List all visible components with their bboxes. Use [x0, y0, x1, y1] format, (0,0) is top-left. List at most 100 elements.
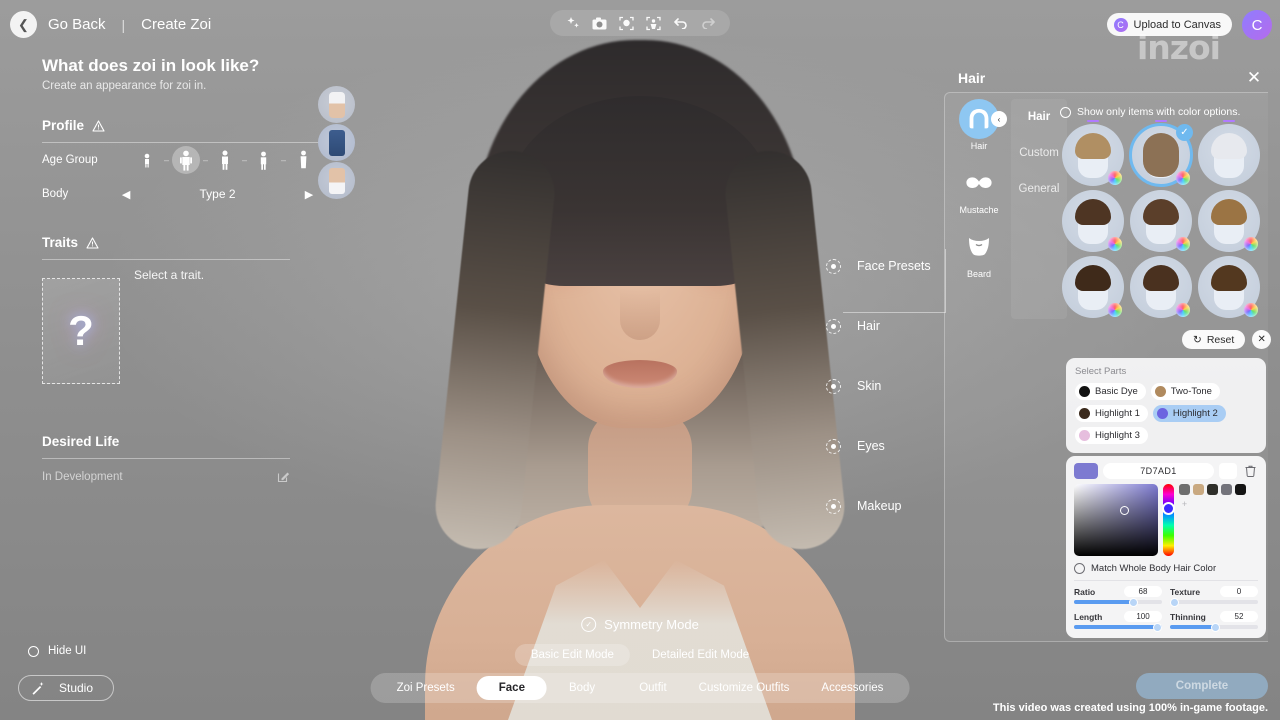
symmetry-mode-toggle[interactable]: ✓ Symmetry Mode — [581, 617, 699, 632]
studio-button[interactable]: Studio — [18, 675, 114, 701]
match-body-hair-toggle[interactable]: Match Whole Body Hair Color — [1074, 563, 1258, 574]
canvas-icon: C — [1114, 18, 1128, 32]
hex-input[interactable]: 7D7AD1 — [1103, 463, 1214, 479]
white-swatch[interactable] — [1219, 463, 1237, 479]
saved-swatch[interactable] — [1221, 484, 1232, 495]
basic-edit-mode-button[interactable]: Basic Edit Mode — [515, 644, 630, 666]
slider-value[interactable]: 0 — [1220, 586, 1258, 597]
color-wheel-icon — [1108, 237, 1122, 251]
hair-category-hair[interactable]: ‹ Hair — [953, 99, 1005, 151]
hair-subtab-hair[interactable]: Hair — [1011, 99, 1067, 135]
age-option-child[interactable] — [130, 145, 164, 175]
body-next-button[interactable]: ▶ — [298, 188, 320, 201]
magic-wand-icon — [31, 681, 45, 695]
hair-category-list: ‹ Hair Mustache Beard — [953, 99, 1005, 291]
saved-swatch[interactable] — [1235, 484, 1246, 495]
hair-style-item[interactable] — [1062, 190, 1124, 252]
outfit-thumb-bottom[interactable] — [318, 124, 355, 161]
hair-subtab-general[interactable]: General — [1011, 171, 1067, 207]
outfit-thumb-top[interactable] — [318, 86, 355, 123]
slider-value[interactable]: 100 — [1124, 611, 1162, 622]
edit-pencil-icon[interactable] — [277, 470, 290, 483]
body-focus-icon[interactable] — [643, 13, 664, 33]
slider-knob[interactable] — [1170, 598, 1179, 607]
close-color-editor-icon[interactable]: ✕ — [1252, 330, 1271, 349]
slider-knob[interactable] — [1211, 623, 1220, 632]
hair-category-mustache[interactable]: Mustache — [953, 163, 1005, 215]
slider-value[interactable]: 52 — [1220, 611, 1258, 622]
saved-swatch[interactable] — [1193, 484, 1204, 495]
hair-style-item[interactable] — [1198, 124, 1260, 186]
chevron-left-icon[interactable]: ❮ — [10, 11, 37, 38]
canvas-account-button[interactable]: C — [1242, 10, 1272, 40]
hue-slider[interactable] — [1163, 484, 1174, 556]
age-option-teen[interactable] — [169, 145, 203, 175]
hair-style-item[interactable] — [1062, 256, 1124, 318]
hue-knob[interactable] — [1162, 502, 1175, 515]
desired-life-row[interactable]: In Development — [42, 470, 290, 483]
collapse-panel-icon[interactable]: ‹ — [991, 111, 1007, 127]
hair-style-grid[interactable]: ✓ — [1062, 124, 1262, 318]
slider-knob[interactable] — [1129, 598, 1138, 607]
slider-header-ratio: Ratio 68 — [1074, 586, 1162, 597]
redo-icon[interactable] — [697, 13, 718, 33]
tab-body[interactable]: Body — [547, 676, 617, 700]
select-parts-card: Select Parts Basic Dye Two-Tone Highligh… — [1066, 358, 1266, 453]
body-type-stepper[interactable]: ◀ Type 2 ▶ — [115, 187, 320, 201]
add-swatch-button[interactable]: + — [1179, 498, 1190, 509]
tab-customize-outfits[interactable]: Customize Outfits — [689, 676, 800, 700]
hair-subtab-custom[interactable]: Custom — [1011, 135, 1067, 171]
edit-mode-switch: Basic Edit Mode Detailed Edit Mode — [515, 644, 765, 666]
saved-swatch[interactable] — [1207, 484, 1218, 495]
hide-ui-toggle[interactable]: Hide UI — [28, 645, 86, 657]
age-option-elder[interactable] — [286, 145, 320, 175]
age-option-young-adult[interactable] — [208, 145, 242, 175]
hair-style-item[interactable] — [1198, 256, 1260, 318]
slider-thinning[interactable] — [1170, 625, 1258, 629]
tab-outfit[interactable]: Outfit — [617, 676, 688, 700]
complete-button[interactable]: Complete — [1136, 673, 1268, 699]
detailed-edit-mode-button[interactable]: Detailed Edit Mode — [636, 644, 765, 666]
part-chip-basic-dye[interactable]: Basic Dye — [1075, 383, 1146, 400]
hair-category-beard[interactable]: Beard — [953, 227, 1005, 279]
age-group-selector[interactable]: – – – – — [130, 145, 320, 175]
sv-knob[interactable] — [1120, 506, 1129, 515]
tab-face[interactable]: Face — [477, 676, 547, 700]
camera-icon[interactable] — [589, 13, 610, 33]
outfit-thumb-shoes[interactable] — [318, 162, 355, 199]
face-focus-icon[interactable] — [616, 13, 637, 33]
outfit-preview-strip[interactable] — [318, 86, 356, 200]
hair-style-item[interactable] — [1130, 190, 1192, 252]
part-chip-highlight-2[interactable]: Highlight 2 — [1153, 405, 1226, 422]
trait-slot-empty[interactable]: ? — [42, 278, 120, 384]
close-icon[interactable]: ✕ — [1244, 68, 1264, 88]
slider-texture[interactable] — [1170, 600, 1258, 604]
hair-style-item[interactable] — [1130, 256, 1192, 318]
hair-style-item-selected[interactable]: ✓ — [1130, 124, 1192, 186]
slider-header-thinning: Thinning 52 — [1170, 611, 1258, 622]
part-chip-two-tone[interactable]: Two-Tone — [1151, 383, 1220, 400]
tab-accessories[interactable]: Accessories — [799, 676, 905, 700]
age-option-adult[interactable] — [247, 145, 281, 175]
hair-category-label: Hair — [971, 141, 988, 151]
slider-length[interactable] — [1074, 625, 1162, 629]
trash-icon[interactable] — [1242, 463, 1258, 479]
slider-ratio[interactable] — [1074, 600, 1162, 604]
color-options-filter-toggle[interactable]: Show only items with color options. — [1060, 106, 1240, 118]
slider-knob[interactable] — [1153, 623, 1162, 632]
saturation-value-box[interactable] — [1074, 484, 1158, 556]
reset-button[interactable]: ↻ Reset — [1182, 330, 1245, 349]
part-chip-highlight-1[interactable]: Highlight 1 — [1075, 405, 1148, 422]
go-back-button[interactable]: ❮ Go Back | Create Zoi — [10, 11, 211, 38]
slider-value[interactable]: 68 — [1124, 586, 1162, 597]
magic-sparkle-icon[interactable] — [562, 13, 583, 33]
hair-style-item[interactable] — [1062, 124, 1124, 186]
hair-style-item[interactable] — [1198, 190, 1260, 252]
body-prev-button[interactable]: ◀ — [115, 188, 137, 201]
slider-header-length: Length 100 — [1074, 611, 1162, 622]
part-chip-highlight-3[interactable]: Highlight 3 — [1075, 427, 1148, 444]
saved-swatch[interactable] — [1179, 484, 1190, 495]
tab-zoi-presets[interactable]: Zoi Presets — [375, 676, 477, 700]
current-color-swatch[interactable] — [1074, 463, 1098, 479]
undo-icon[interactable] — [670, 13, 691, 33]
